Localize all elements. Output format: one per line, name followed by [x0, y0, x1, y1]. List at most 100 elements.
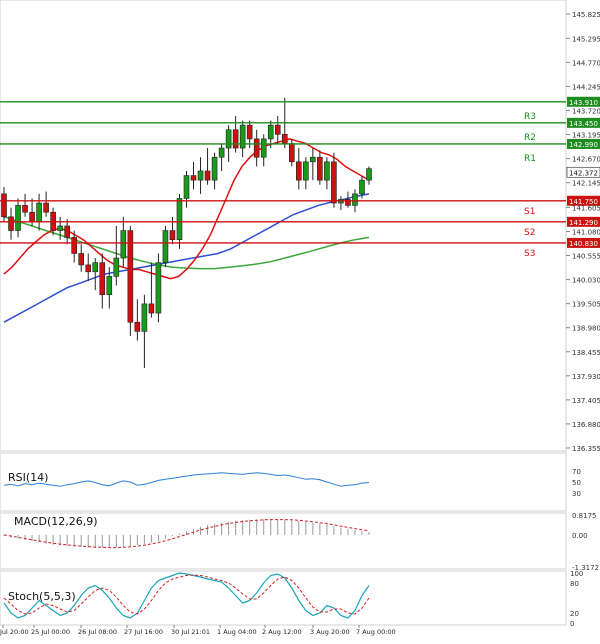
rsi-panel — [0, 452, 567, 512]
stoch-tick-label: 20 — [570, 610, 579, 618]
x-tick-label: 30 Jul 21:01 — [171, 628, 210, 636]
candle-body — [267, 124, 274, 140]
y-tick-label: 143.720 — [572, 107, 600, 115]
candle-body — [176, 198, 183, 241]
rsi-tick-label: 70 — [572, 468, 581, 476]
candle-body — [317, 156, 323, 181]
rsi-label: RSI(14) — [8, 471, 48, 484]
stoch-tick-label: 80 — [570, 580, 579, 588]
x-tick-label: 25 Jul 00:00 — [31, 628, 70, 636]
candle-body — [274, 124, 281, 135]
candle-body — [120, 230, 127, 259]
main-panel — [0, 0, 567, 452]
candle-body — [211, 156, 218, 181]
y-tick-label: 138.455 — [572, 349, 600, 357]
candle-body — [232, 129, 239, 149]
candle-body — [85, 264, 92, 273]
candle-body — [225, 129, 232, 149]
macd-tick-label: 0.00 — [572, 532, 588, 540]
candle-body — [324, 161, 330, 181]
candle-body — [141, 303, 148, 332]
y-tick-label: 136.355 — [572, 445, 600, 453]
y-tick-label: 145.825 — [572, 11, 600, 19]
x-tick-label: 26 Jul 08:00 — [78, 628, 117, 636]
candle-body — [8, 216, 14, 231]
level-tag-label: 141.750 — [569, 198, 598, 206]
candle-body — [366, 168, 372, 181]
candle-body — [310, 156, 316, 163]
candle-body — [92, 262, 99, 273]
candle-body — [281, 134, 288, 144]
candle-body — [352, 193, 358, 206]
candle-body — [169, 230, 176, 241]
level-tag-label: 141.290 — [569, 219, 598, 227]
forex-chart: 145.825 145.295 144.770 144.245 143.720 143.1… — [0, 0, 600, 640]
level-tag-label: 143.910 — [569, 99, 598, 107]
candle-body — [288, 143, 295, 163]
y-tick-label: 144.770 — [572, 59, 600, 67]
y-tick-label: 142.670 — [572, 156, 600, 164]
y-tick-label: 139.505 — [572, 301, 600, 309]
candle-body — [29, 211, 35, 222]
candle-body — [99, 262, 106, 296]
level-tag-label: 140.830 — [569, 240, 598, 248]
y-tick-label: 137.405 — [572, 397, 600, 405]
x-tick-label: 3 Aug 20:00 — [310, 628, 350, 636]
candle-body — [155, 262, 162, 314]
candle-body — [64, 225, 70, 238]
candle-body — [183, 175, 190, 199]
x-tick-label: 27 Jul 16:00 — [124, 628, 163, 636]
x-tick-label: 7 Aug 00:00 — [356, 628, 396, 636]
stoch-label: Stoch(5,5,3) — [8, 590, 76, 603]
candle-body — [43, 202, 49, 213]
candle-body — [246, 124, 253, 140]
level-name-s3: S3 — [524, 249, 535, 259]
y-tick-label: 140.555 — [572, 253, 600, 261]
level-name-s2: S2 — [524, 228, 535, 238]
candle-body — [303, 161, 309, 181]
candle-body — [113, 257, 120, 277]
candle-body — [127, 230, 134, 323]
candle-body — [359, 179, 365, 195]
level-name-s1: S1 — [524, 207, 535, 217]
candle-body — [78, 253, 85, 266]
level-name-r3: R3 — [524, 112, 536, 122]
candle-body — [15, 205, 21, 231]
y-tick-label: 136.880 — [572, 421, 600, 429]
y-tick-label: 144.245 — [572, 83, 600, 91]
y-tick-label: 138.980 — [572, 325, 600, 333]
level-name-r1: R1 — [524, 154, 536, 164]
candle-body — [296, 161, 302, 181]
x-tick-label: 2 Aug 12:00 — [262, 628, 302, 636]
macd-tick-label: 0.8175 — [572, 512, 597, 520]
candle-body — [204, 170, 211, 181]
candle-body — [71, 237, 77, 254]
candle-body — [134, 321, 141, 332]
rsi-tick-label: 50 — [572, 479, 581, 487]
level-tag-label: 142.990 — [569, 141, 598, 149]
y-tick-label: 141.080 — [572, 228, 600, 236]
candle-body — [1, 193, 7, 218]
candle-body — [260, 138, 267, 158]
stoch-tick-label: 100 — [570, 570, 583, 578]
y-tick-label: 142.145 — [572, 180, 600, 188]
candle-body — [22, 205, 28, 213]
candle-body — [218, 147, 225, 158]
candle-body — [197, 170, 204, 181]
stoch-panel — [0, 570, 567, 626]
candle-body — [106, 276, 113, 296]
y-tick-label: 137.930 — [572, 373, 600, 381]
last-price-label: 142.372 — [569, 169, 598, 177]
y-tick-label: 143.195 — [572, 132, 600, 140]
y-tick-label: 145.295 — [572, 35, 600, 43]
y-tick-label: 140.030 — [572, 277, 600, 285]
x-tick-label: 1 Aug 04:00 — [217, 628, 257, 636]
candle-body — [253, 138, 260, 158]
candle-body — [57, 225, 63, 231]
candle-body — [331, 161, 337, 204]
candle-body — [36, 202, 42, 222]
candle-body — [190, 175, 197, 181]
level-tag-label: 143.450 — [569, 120, 598, 128]
macd-label: MACD(12,26,9) — [14, 515, 98, 528]
level-name-r2: R2 — [524, 133, 536, 143]
